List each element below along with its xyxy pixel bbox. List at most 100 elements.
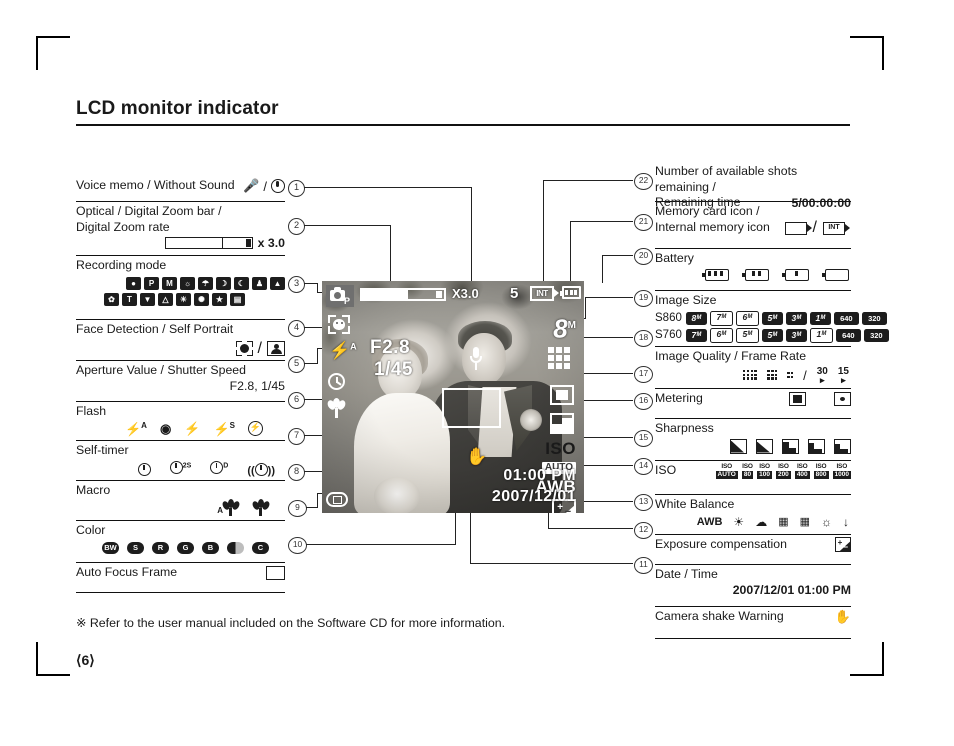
row-shots-remaining: Number of available shots remaining / Re… (655, 162, 851, 210)
lcd-mode-badge: P (326, 285, 354, 307)
color-negative-icon (227, 541, 244, 554)
mode-icon-program: P (144, 276, 159, 290)
battery-empty-icon (822, 268, 849, 281)
page-number: ⟨6⟩ (76, 652, 95, 668)
row-voice-memo: Voice memo / Without Sound 🎤 / (76, 176, 285, 202)
color-red-icon: R (152, 541, 169, 554)
label-self-timer: Self-timer (76, 443, 129, 457)
macro-icons: A (76, 498, 285, 516)
image-size-icons-s760: 7ᴹ 6ᴹ 5ᴹ 5ᴹ 3ᴹ 1ᴹ 640 320 (685, 328, 889, 344)
mode-icon-auto: ● (126, 276, 141, 290)
recording-mode-icons-row-1: ● P M ☼ ☂ ☽ ☾ ♟ ▲ (76, 276, 285, 290)
label-date-time: Date / Time (655, 567, 718, 581)
callout-7: 7 (288, 428, 305, 445)
callout-10: 10 (288, 537, 307, 554)
mode-icon-effect: ☽ (216, 276, 231, 290)
row-image-size: Image Size S860 8ᴹ 7ᴹ 6ᴹ 5ᴹ 3ᴹ 1ᴹ 640 32… (655, 291, 889, 347)
lcd-shots-remaining: 5 (510, 285, 519, 302)
size-icon-320-s760: 320 (863, 329, 889, 343)
macro-icon (251, 498, 271, 516)
callout-6: 6 (288, 392, 305, 409)
timer-motion-icon: (()) (247, 462, 275, 477)
timer-10sec-icon (137, 463, 151, 476)
row-white-balance: White Balance AWB ☀ ☁ ▦ ▦ ☼ ↓ (655, 495, 851, 535)
size-icon-640-s760: 640 (835, 329, 861, 343)
microphone-icon: 🎤 (243, 178, 260, 193)
sharpness-level-2-icon (756, 438, 773, 454)
sharpness-level-4-icon (808, 438, 825, 454)
leader-3 (304, 283, 318, 285)
callout-13: 13 (634, 494, 653, 511)
row-flash: Flash ⚡A ◉ ⚡ ⚡S ⚡ (76, 402, 285, 441)
lcd-date: 2007/12/01 (491, 488, 576, 505)
slash-separator: / (257, 339, 262, 357)
frame-rate-30-icon: 30 ▸ (816, 365, 828, 385)
wb-fluorescent-l-icon: ▦ (799, 516, 810, 528)
label-iso: ISO (655, 463, 677, 477)
face-detection-icons: / (76, 340, 285, 358)
white-balance-icons: AWB ☀ ☁ ▦ ▦ ☼ ↓ (655, 515, 851, 529)
metering-icons (789, 391, 851, 406)
callout-19: 19 (634, 290, 653, 307)
color-blue-icon: B (202, 541, 219, 554)
row-self-timer: Self-timer 2S D (()) (76, 441, 285, 481)
label-flash: Flash (76, 404, 107, 418)
label-recording-mode: Recording mode (76, 258, 167, 272)
lcd-battery-icon (560, 286, 581, 299)
row-aperture-shutter: Aperture Value / Shutter Speed F2.8, 1/4… (76, 361, 285, 402)
iso-icons: ISO AUTO ISO 80 ISO 100 ISO 200 ISO 400 ISO 80… (715, 463, 851, 479)
leader-12 (548, 528, 633, 530)
label-af-frame: Auto Focus Frame (76, 565, 178, 579)
leader-19 (585, 297, 633, 299)
lcd-memory-icon: INT (530, 286, 559, 301)
memory-card-icon (784, 221, 812, 235)
label-metering: Metering (655, 391, 703, 405)
wb-cloudy-icon: ☁ (755, 514, 768, 529)
row-date-time: Date / Time 2007/12/01 01:00 PM (655, 565, 851, 607)
leader-2 (304, 225, 391, 227)
row-zoom: Optical / Digital Zoom bar / Digital Zoo… (76, 202, 285, 256)
internal-memory-icon: INT (823, 221, 850, 235)
label-aperture-shutter: Aperture Value / Shutter Speed (76, 363, 246, 377)
leader-14 (580, 465, 633, 467)
size-icon-7m: 7ᴹ (709, 310, 733, 326)
wb-daylight-icon: ☀ (733, 514, 745, 529)
color-sepia-icon: S (127, 541, 144, 554)
callout-2: 2 (288, 218, 305, 235)
lcd-face-detection-icon (328, 315, 350, 334)
leader-5 (304, 363, 318, 365)
size-icon-6m: 6ᴹ (735, 310, 759, 326)
label-face-detection: Face Detection / Self Portrait (76, 322, 234, 336)
iso-1000-icon: ISO 1000 (832, 463, 851, 479)
mode-icon-portrait: ♟ (252, 276, 267, 290)
label-camera-shake: Camera shake Warning (655, 609, 784, 624)
face-detection-icon (235, 341, 253, 356)
quality-fine-icon (767, 369, 778, 382)
leader-5-v (317, 348, 319, 364)
lcd-zoom-rate: X3.0 (452, 286, 479, 301)
row-camera-shake: Camera shake Warning ✋ (655, 607, 851, 639)
sharpness-level-1-icon (730, 438, 747, 454)
lcd-iso-label: ISO (545, 439, 576, 458)
leader-22 (543, 180, 633, 182)
image-size-row-label-s860: S860 (655, 311, 682, 324)
exposure-compensation-icon: + − (835, 537, 851, 553)
iso-400-icon: ISO 400 (794, 463, 810, 479)
callout-14: 14 (634, 458, 653, 475)
size-icon-3m: 3ᴹ (785, 311, 807, 325)
sharpness-icons (655, 438, 851, 454)
wb-custom-icon: ↓ (843, 514, 849, 529)
lcd-camera-shake-icon: ✋ (466, 447, 488, 466)
page-title: LCD monitor indicator (76, 98, 279, 119)
wb-fluorescent-h-icon: ▦ (778, 516, 789, 528)
lcd-image-size: 8M (553, 313, 576, 344)
battery-one-third-icon (782, 268, 809, 281)
slash-separator: / (812, 219, 817, 236)
callout-22: 22 (634, 173, 653, 190)
metering-multi-icon (789, 391, 806, 406)
label-voice-memo: Voice memo / Without Sound (76, 178, 235, 193)
leader-15 (580, 437, 633, 439)
leader-11 (470, 563, 633, 565)
quality-super-fine-icon (742, 369, 758, 382)
lcd-flash-icon: ⚡A (329, 341, 357, 360)
